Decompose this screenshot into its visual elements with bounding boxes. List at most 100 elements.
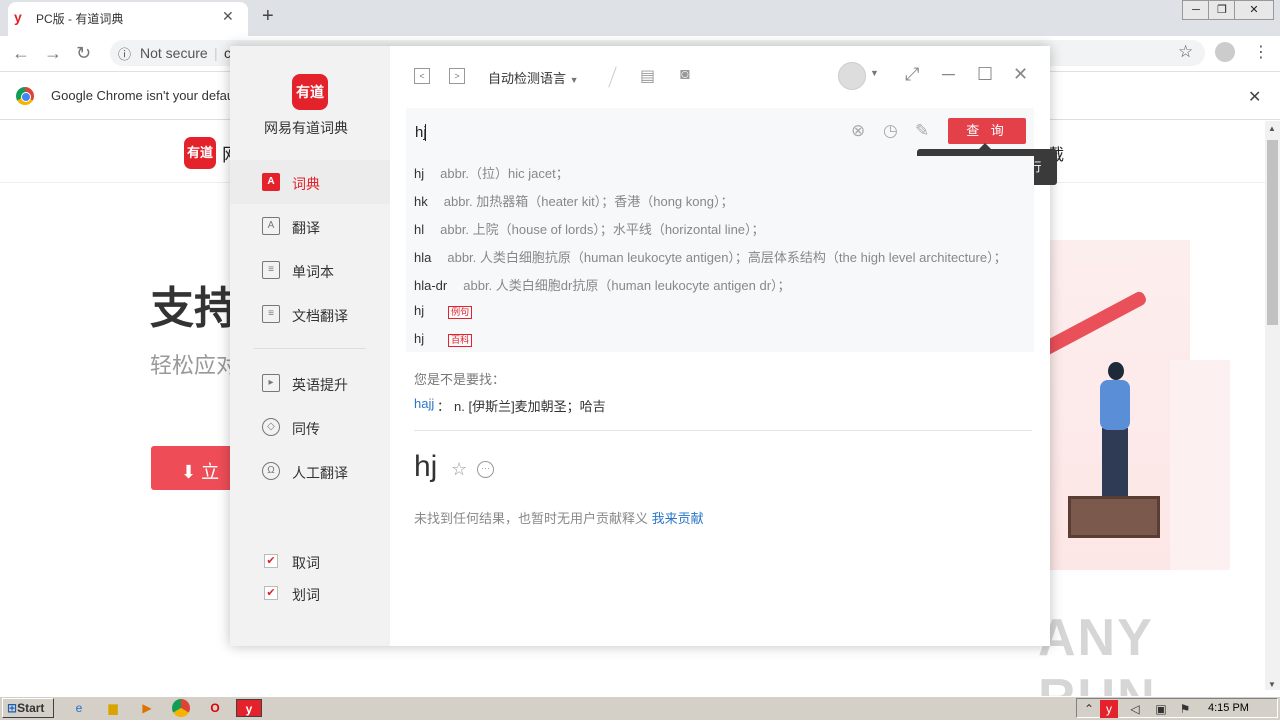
info-icon[interactable]: ⓘ xyxy=(118,44,131,63)
youdao-taskbar-icon[interactable]: y xyxy=(236,699,262,717)
person-body-illustration xyxy=(1100,380,1130,430)
suggestion-item-examples[interactable]: hj 例句 xyxy=(414,303,1030,331)
ie-icon[interactable]: e xyxy=(70,699,88,717)
suggestion-def: abbr.（拉）hic jacet； xyxy=(440,166,569,181)
result-headword: hj xyxy=(414,450,438,483)
scroll-up-icon[interactable]: ▲ xyxy=(1268,124,1276,133)
mini-mode-icon[interactable]: ⤢ xyxy=(905,64,919,85)
document-icon: ≡ xyxy=(262,305,280,323)
sidebar-item-doc-translate[interactable]: 文档翻译 xyxy=(230,292,390,336)
infobar-close-icon[interactable]: ✕ xyxy=(1248,87,1261,107)
scrollbar-thumb[interactable] xyxy=(1267,140,1278,325)
search-button[interactable]: 查 询 xyxy=(948,118,1026,144)
capture-word-checkbox[interactable]: ✔ xyxy=(264,554,278,568)
clock: 4:15 PM xyxy=(1208,702,1249,714)
suggestion-item-encyclopedia[interactable]: hj 百科 xyxy=(414,331,1030,359)
sidebar-item-human-translate[interactable]: 人工翻译 xyxy=(230,449,390,493)
suggestion-def: abbr. 人类白细胞抗原（human leukocyte antigen）；高… xyxy=(447,250,1007,265)
media-player-icon[interactable]: ▶ xyxy=(138,699,156,717)
window-restore-button[interactable]: ❐ xyxy=(1208,0,1236,20)
chrome-taskbar-icon[interactable] xyxy=(172,699,190,717)
minimize-icon[interactable]: ─ xyxy=(942,64,955,85)
menu-kebab-icon[interactable]: ⋮ xyxy=(1253,42,1269,62)
back-icon[interactable]: ← xyxy=(12,43,30,64)
back-icon[interactable]: < xyxy=(414,68,430,84)
app-name: 网易有道词典 xyxy=(264,120,348,136)
select-word-checkbox[interactable]: ✔ xyxy=(264,586,278,600)
window-close-button[interactable]: ✕ xyxy=(1234,0,1274,20)
headset-icon: Ω xyxy=(262,462,280,480)
translate-icon: A xyxy=(262,217,280,235)
close-icon[interactable]: ✕ xyxy=(1013,64,1028,85)
clear-icon[interactable]: ⊗ xyxy=(851,121,865,141)
no-result-message: 未找到任何结果，也暂时无用户贡献释义 我来贡献 xyxy=(414,508,704,527)
history-icon[interactable]: ◷ xyxy=(883,121,898,141)
did-you-mean-link[interactable]: hajj xyxy=(414,396,434,411)
windows-logo-icon: ⊞ xyxy=(7,701,18,715)
youdao-favicon-icon: y xyxy=(14,9,22,25)
suggestion-word: hla-dr xyxy=(414,278,448,293)
chevron-down-icon: ▼ xyxy=(569,75,579,85)
suggestion-def: abbr. 人类白细胞dr抗原（human leukocyte antigen … xyxy=(463,278,791,293)
download-icon: ⬇ xyxy=(181,462,202,482)
suggestion-item[interactable]: hla-dr abbr. 人类白细胞dr抗原（human leukocyte an… xyxy=(414,275,1030,303)
volume-icon[interactable]: ◁ xyxy=(1126,700,1144,718)
download-button[interactable]: ⬇ 立 xyxy=(151,446,241,490)
notes-icon[interactable]: ▤ xyxy=(640,66,655,86)
forward-icon[interactable]: > xyxy=(449,68,465,84)
youdao-tray-icon[interactable]: y xyxy=(1100,700,1118,718)
opera-icon[interactable]: O xyxy=(206,699,224,717)
bookmark-star-icon[interactable]: ☆ xyxy=(1178,42,1193,62)
start-label: Start xyxy=(17,701,45,715)
infobar-message: Google Chrome isn't your default xyxy=(51,88,241,103)
handwrite-icon[interactable]: ✎ xyxy=(915,121,929,141)
user-avatar-icon[interactable] xyxy=(838,62,866,90)
language-select-value: 自动检测语言 xyxy=(488,71,567,86)
sidebar-item-dictionary[interactable]: 词典 xyxy=(230,160,390,204)
person-head-illustration xyxy=(1108,362,1124,380)
select-word-label: 划词 xyxy=(292,587,320,603)
chrome-logo-icon xyxy=(16,87,34,105)
tab-close-icon[interactable]: ✕ xyxy=(222,8,234,25)
suggestion-item[interactable]: hj abbr.（拉）hic jacet； xyxy=(414,163,1030,191)
sidebar-item-wordbook[interactable]: 单词本 xyxy=(230,248,390,292)
suggestion-item[interactable]: hla abbr. 人类白细胞抗原（human leukocyte antigen… xyxy=(414,247,1030,275)
encyclopedia-tag: 百科 xyxy=(448,334,473,347)
suggestion-word: hj xyxy=(414,166,425,181)
tab-title: PC版 - 有道词典 xyxy=(36,12,124,26)
language-select[interactable]: 自动检测语言 ▼ xyxy=(488,68,579,87)
folder-icon[interactable]: ▆ xyxy=(104,699,122,717)
no-result-text: 未找到任何结果，也暂时无用户贡献释义 xyxy=(414,511,649,526)
start-button[interactable]: ⊞Start xyxy=(2,698,54,718)
favorite-star-icon[interactable]: ☆ xyxy=(451,459,467,480)
suggestion-def: abbr. 加热器箱（heater kit）；香港（hong kong）； xyxy=(443,194,734,209)
flag-icon[interactable]: ⚑ xyxy=(1176,700,1194,718)
screenshot-icon[interactable]: ◙ xyxy=(680,66,690,84)
download-label: 立 xyxy=(201,462,220,482)
video-icon: ▸ xyxy=(262,374,280,392)
tray-expand-icon[interactable]: ⌃ xyxy=(1080,700,1098,718)
forward-icon[interactable]: → xyxy=(44,43,62,64)
more-options-icon[interactable]: ··· xyxy=(477,461,494,478)
suggestion-word: hj xyxy=(414,331,425,346)
sidebar-item-translate[interactable]: 翻译 xyxy=(230,204,390,248)
reload-icon[interactable]: ↻ xyxy=(76,43,91,64)
new-tab-icon[interactable]: + xyxy=(262,5,274,28)
suggestion-item[interactable]: hk abbr. 加热器箱（heater kit）；香港（hong kong）； xyxy=(414,191,1030,219)
suggestion-word: hl xyxy=(414,222,425,237)
site-logo[interactable]: 有道 xyxy=(184,137,216,169)
interpret-icon: ◇ xyxy=(262,418,280,436)
profile-avatar-icon[interactable] xyxy=(1215,42,1235,62)
dictionary-icon: A xyxy=(262,173,280,191)
suggestion-item[interactable]: hl abbr. 上院（house of lords）；水平线（horizonta… xyxy=(414,219,1030,247)
contribute-link[interactable]: 我来贡献 xyxy=(652,511,704,526)
crate-illustration xyxy=(1068,496,1160,538)
network-icon[interactable]: ▣ xyxy=(1152,700,1170,718)
chevron-down-icon[interactable]: ▼ xyxy=(870,68,879,78)
examples-tag: 例句 xyxy=(448,306,473,319)
window-minimize-button[interactable]: ─ xyxy=(1182,0,1210,20)
sidebar-item-english-improve[interactable]: 英语提升 xyxy=(230,361,390,405)
person-legs-illustration xyxy=(1102,428,1128,498)
maximize-icon[interactable]: ☐ xyxy=(977,64,993,85)
sidebar-item-simultaneous[interactable]: 同传 xyxy=(230,405,390,449)
